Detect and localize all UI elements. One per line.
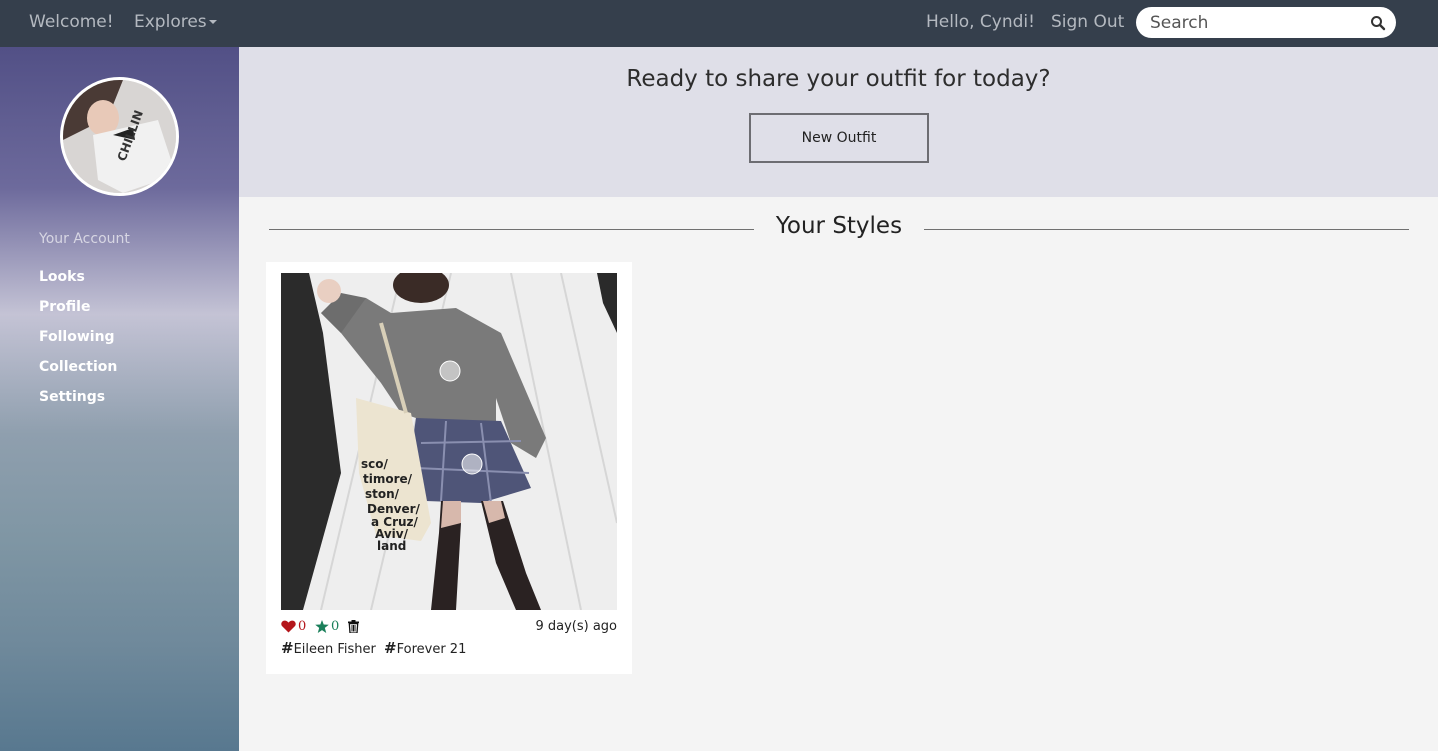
sidebar-item-collection[interactable]: Collection xyxy=(39,359,117,375)
hashtag-icon: # xyxy=(384,639,397,657)
tag-eileen-fisher[interactable]: #Eileen Fisher xyxy=(281,639,376,657)
top-navbar: Welcome! Explores Hello, Cyndi! Sign Out xyxy=(0,0,1438,47)
post-time: 9 day(s) ago xyxy=(535,619,617,634)
caret-down-icon xyxy=(208,20,217,24)
avatar[interactable]: CHILLIN xyxy=(60,77,179,196)
star-icon[interactable] xyxy=(315,620,329,633)
sidebar-item-following[interactable]: Following xyxy=(39,329,115,345)
like-count: 0 xyxy=(298,619,307,634)
nav-welcome-link[interactable]: Welcome! xyxy=(29,12,114,32)
share-banner: Ready to share your outfit for today? Ne… xyxy=(239,47,1438,197)
sidebar-item-looks[interactable]: Looks xyxy=(39,269,85,285)
svg-text:Denver/: Denver/ xyxy=(367,502,421,516)
banner-title: Ready to share your outfit for today? xyxy=(626,66,1051,92)
section-divider-right xyxy=(924,229,1409,230)
outfit-photo[interactable]: sco/ timore/ ston/ Denver/ a Cruz/ Aviv/… xyxy=(281,273,617,610)
trash-icon[interactable] xyxy=(348,620,359,633)
card-meta: 0 0 9 day(s) ago xyxy=(281,619,617,639)
sign-out-link[interactable]: Sign Out xyxy=(1051,12,1124,32)
section-title: Your Styles xyxy=(775,213,903,239)
svg-text:land: land xyxy=(377,539,406,553)
tag-forever-21[interactable]: #Forever 21 xyxy=(384,639,466,657)
new-outfit-button[interactable]: New Outfit xyxy=(749,113,929,163)
section-divider-left xyxy=(269,229,754,230)
tag-label: Eileen Fisher xyxy=(293,642,376,657)
svg-text:timore/: timore/ xyxy=(363,472,413,486)
svg-text:sco/: sco/ xyxy=(361,457,389,471)
sidebar-heading: Your Account xyxy=(39,231,130,247)
sidebar-item-settings[interactable]: Settings xyxy=(39,389,105,405)
star-count: 0 xyxy=(331,619,340,634)
heart-icon[interactable] xyxy=(281,620,296,633)
search-icon[interactable] xyxy=(1370,15,1386,31)
tag-label: Forever 21 xyxy=(396,642,467,657)
sidebar: CHILLIN Your Account Looks Profile Follo… xyxy=(0,47,239,751)
sidebar-item-profile[interactable]: Profile xyxy=(39,299,90,315)
search-input[interactable] xyxy=(1150,12,1360,34)
hashtag-icon: # xyxy=(281,639,294,657)
svg-text:ston/: ston/ xyxy=(365,487,400,501)
outfit-card: sco/ timore/ ston/ Denver/ a Cruz/ Aviv/… xyxy=(266,262,632,674)
nav-explores-label: Explores xyxy=(134,12,207,32)
tag-list: #Eileen Fisher #Forever 21 xyxy=(281,639,470,657)
search-box xyxy=(1136,7,1396,38)
nav-greeting[interactable]: Hello, Cyndi! xyxy=(926,12,1035,32)
nav-explores-dropdown[interactable]: Explores xyxy=(134,12,217,32)
